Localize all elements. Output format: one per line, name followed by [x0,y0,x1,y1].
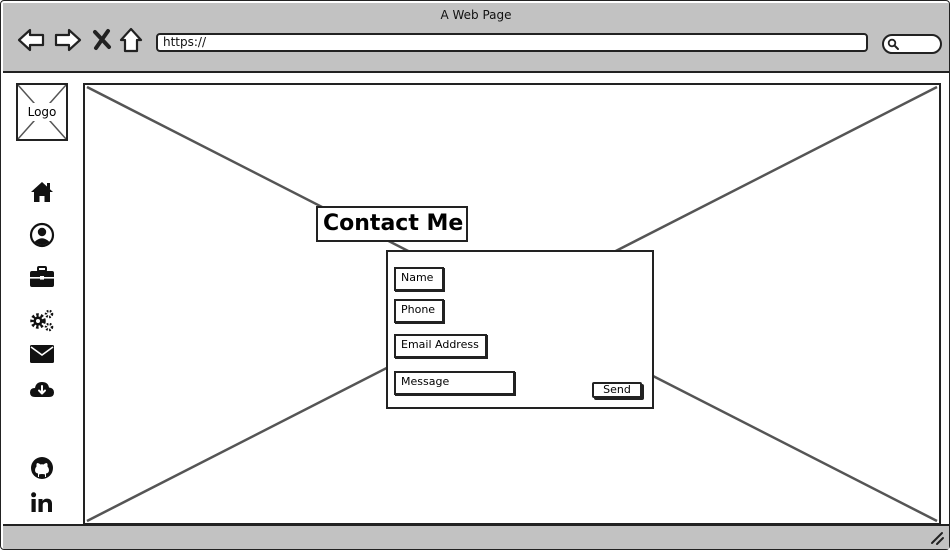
home-icon[interactable] [118,25,148,55]
back-arrow-icon[interactable] [16,25,46,55]
logo-label: Logo [23,103,61,121]
search-icon [887,38,899,50]
name-field[interactable]: Name [394,267,444,291]
browser-window: A Web Page https:// Logo Contact Me Name… [0,0,950,550]
contact-form: Name Phone Email Address Message Send [386,250,654,409]
cloud-download-icon[interactable] [29,377,55,403]
email-field[interactable]: Email Address [394,334,487,358]
search-field[interactable] [882,34,942,54]
logo[interactable]: Logo [16,83,68,141]
envelope-icon[interactable] [29,341,55,367]
phone-field[interactable]: Phone [394,299,444,323]
message-field[interactable]: Message [394,371,515,395]
browser-titlebar: A Web Page https:// [3,3,949,73]
user-circle-icon[interactable] [29,222,55,248]
close-icon[interactable] [91,25,121,55]
resize-grip-icon[interactable] [929,530,945,546]
url-input[interactable]: https:// [156,33,868,52]
hero-image-placeholder: Contact Me Name Phone Email Address Mess… [83,83,941,525]
briefcase-icon[interactable] [29,264,55,290]
sidebar: Logo [3,75,81,523]
cogs-icon[interactable] [29,307,55,333]
forward-arrow-icon[interactable] [53,25,83,55]
page-title: Contact Me [316,206,468,242]
github-icon[interactable] [29,455,55,481]
home-icon[interactable] [29,179,55,205]
linkedin-icon[interactable] [29,490,55,516]
window-title: A Web Page [440,8,512,22]
browser-statusbar [3,524,949,549]
send-button[interactable]: Send [592,382,642,398]
